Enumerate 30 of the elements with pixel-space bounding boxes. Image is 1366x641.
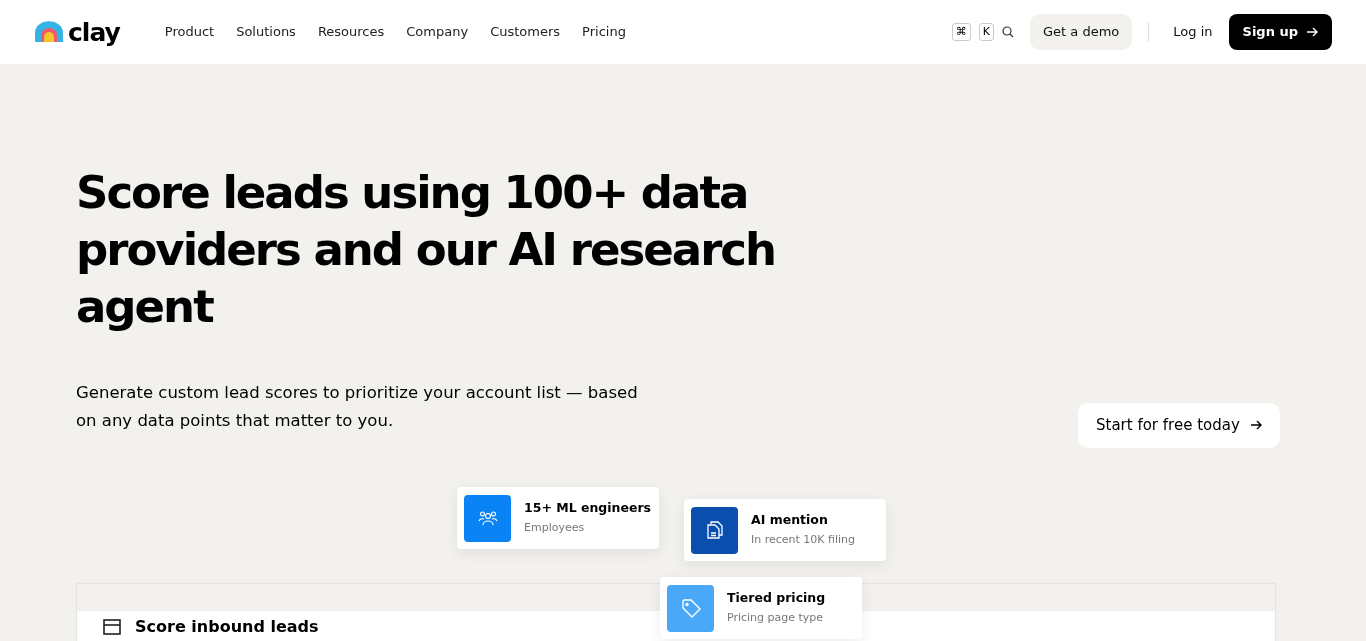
nav-link[interactable]: Resources xyxy=(317,22,385,42)
logo-icon xyxy=(34,21,64,43)
table-icon xyxy=(103,619,121,635)
people-icon xyxy=(477,510,498,526)
sign-up-button[interactable]: Sign up xyxy=(1228,14,1332,50)
arrow-icon xyxy=(1249,420,1262,431)
nav-link[interactable]: Customers xyxy=(490,22,561,42)
panel-heading: Score inbound leads xyxy=(135,619,319,635)
keyboard-key: K xyxy=(978,23,995,41)
document-icon xyxy=(706,521,723,539)
get-demo-button[interactable]: Get a demo xyxy=(1030,14,1133,50)
card-subtitle: Pricing page type xyxy=(727,610,825,626)
nav-link[interactable]: Product xyxy=(164,22,215,42)
card-title: 15+ ML engineers xyxy=(524,500,652,516)
nav-link[interactable]: Pricing xyxy=(582,22,626,42)
login-link[interactable]: Log in xyxy=(1173,22,1213,42)
card-subtitle: Employees xyxy=(524,520,586,536)
logo-text[interactable]: clay xyxy=(68,19,120,45)
hero-subtitle: Generate custom lead scores to prioritize your account list — based on any data points that matter to you. xyxy=(76,382,639,432)
card-title: AI mention xyxy=(751,512,829,528)
card-title: Tiered pricing xyxy=(727,590,826,606)
nav-link[interactable]: Solutions xyxy=(236,22,296,42)
card-subtitle: In recent 10K filing xyxy=(751,532,856,548)
start-free-button[interactable]: Start for free today xyxy=(1078,403,1280,448)
tag-icon xyxy=(680,598,701,618)
arrow-icon xyxy=(1306,27,1318,37)
nav-link[interactable]: Company xyxy=(406,22,469,42)
search-icon[interactable] xyxy=(1002,26,1015,38)
hero-heading: Score leads using 100+ data providers and our AI research agent xyxy=(76,165,777,335)
keyboard-key: ⌘ xyxy=(951,23,971,41)
